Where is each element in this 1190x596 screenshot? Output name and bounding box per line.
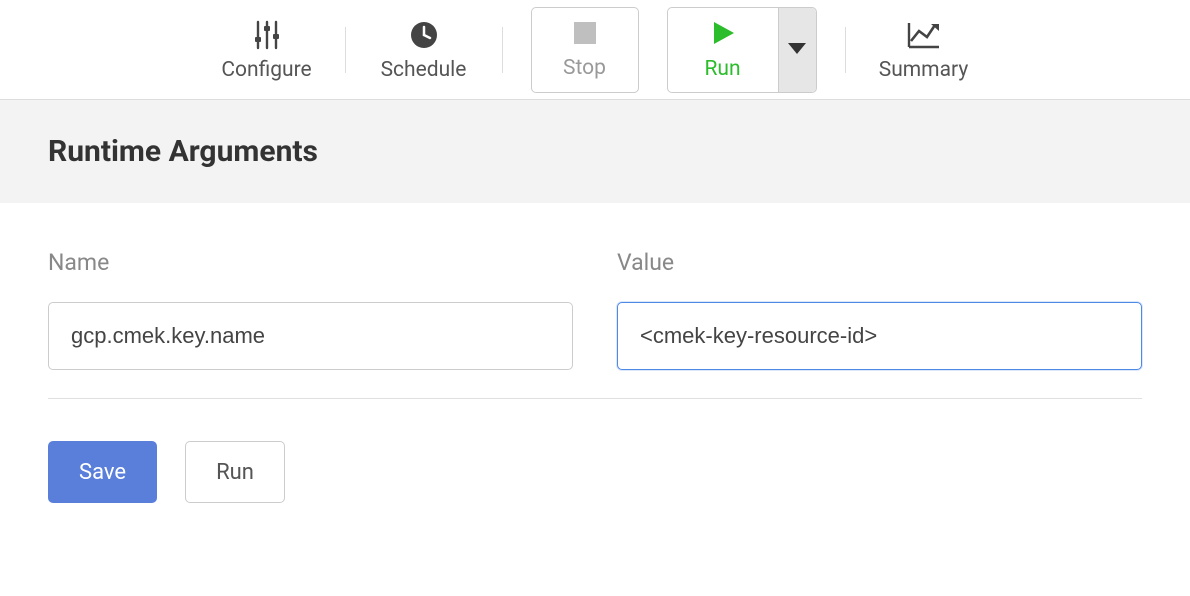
stop-label: Stop (563, 56, 606, 80)
runtime-arguments-form: Name Value Save Run (0, 203, 1190, 543)
name-field-label: Name (48, 249, 573, 276)
toolbar: Configure Schedule Stop R (0, 0, 1190, 100)
schedule-label: Schedule (381, 58, 467, 82)
name-field: Name (48, 249, 573, 370)
section-title: Runtime Arguments (0, 100, 1190, 203)
value-input[interactable] (617, 302, 1142, 370)
chevron-down-icon (788, 40, 806, 59)
run-button[interactable]: Run (668, 8, 778, 92)
sliders-icon (253, 18, 281, 52)
toolbar-divider (502, 27, 503, 73)
toolbar-divider (345, 27, 346, 73)
configure-button[interactable]: Configure (217, 18, 317, 82)
save-button[interactable]: Save (48, 441, 157, 503)
name-input[interactable] (48, 302, 573, 370)
schedule-button[interactable]: Schedule (374, 18, 474, 82)
toolbar-divider (845, 27, 846, 73)
summary-label: Summary (879, 58, 969, 82)
summary-button[interactable]: Summary (874, 18, 974, 82)
run-dropdown-toggle[interactable] (778, 8, 816, 92)
form-divider (48, 398, 1142, 399)
configure-label: Configure (221, 58, 311, 82)
run-label: Run (704, 57, 740, 81)
chart-icon (907, 18, 941, 52)
stop-button[interactable]: Stop (531, 7, 639, 93)
run-split-button: Run (667, 7, 817, 93)
form-run-button[interactable]: Run (185, 441, 285, 503)
clock-icon (409, 18, 439, 52)
stop-icon (572, 20, 598, 50)
play-icon (709, 19, 737, 51)
value-field-label: Value (617, 249, 1142, 276)
value-field: Value (617, 249, 1142, 370)
